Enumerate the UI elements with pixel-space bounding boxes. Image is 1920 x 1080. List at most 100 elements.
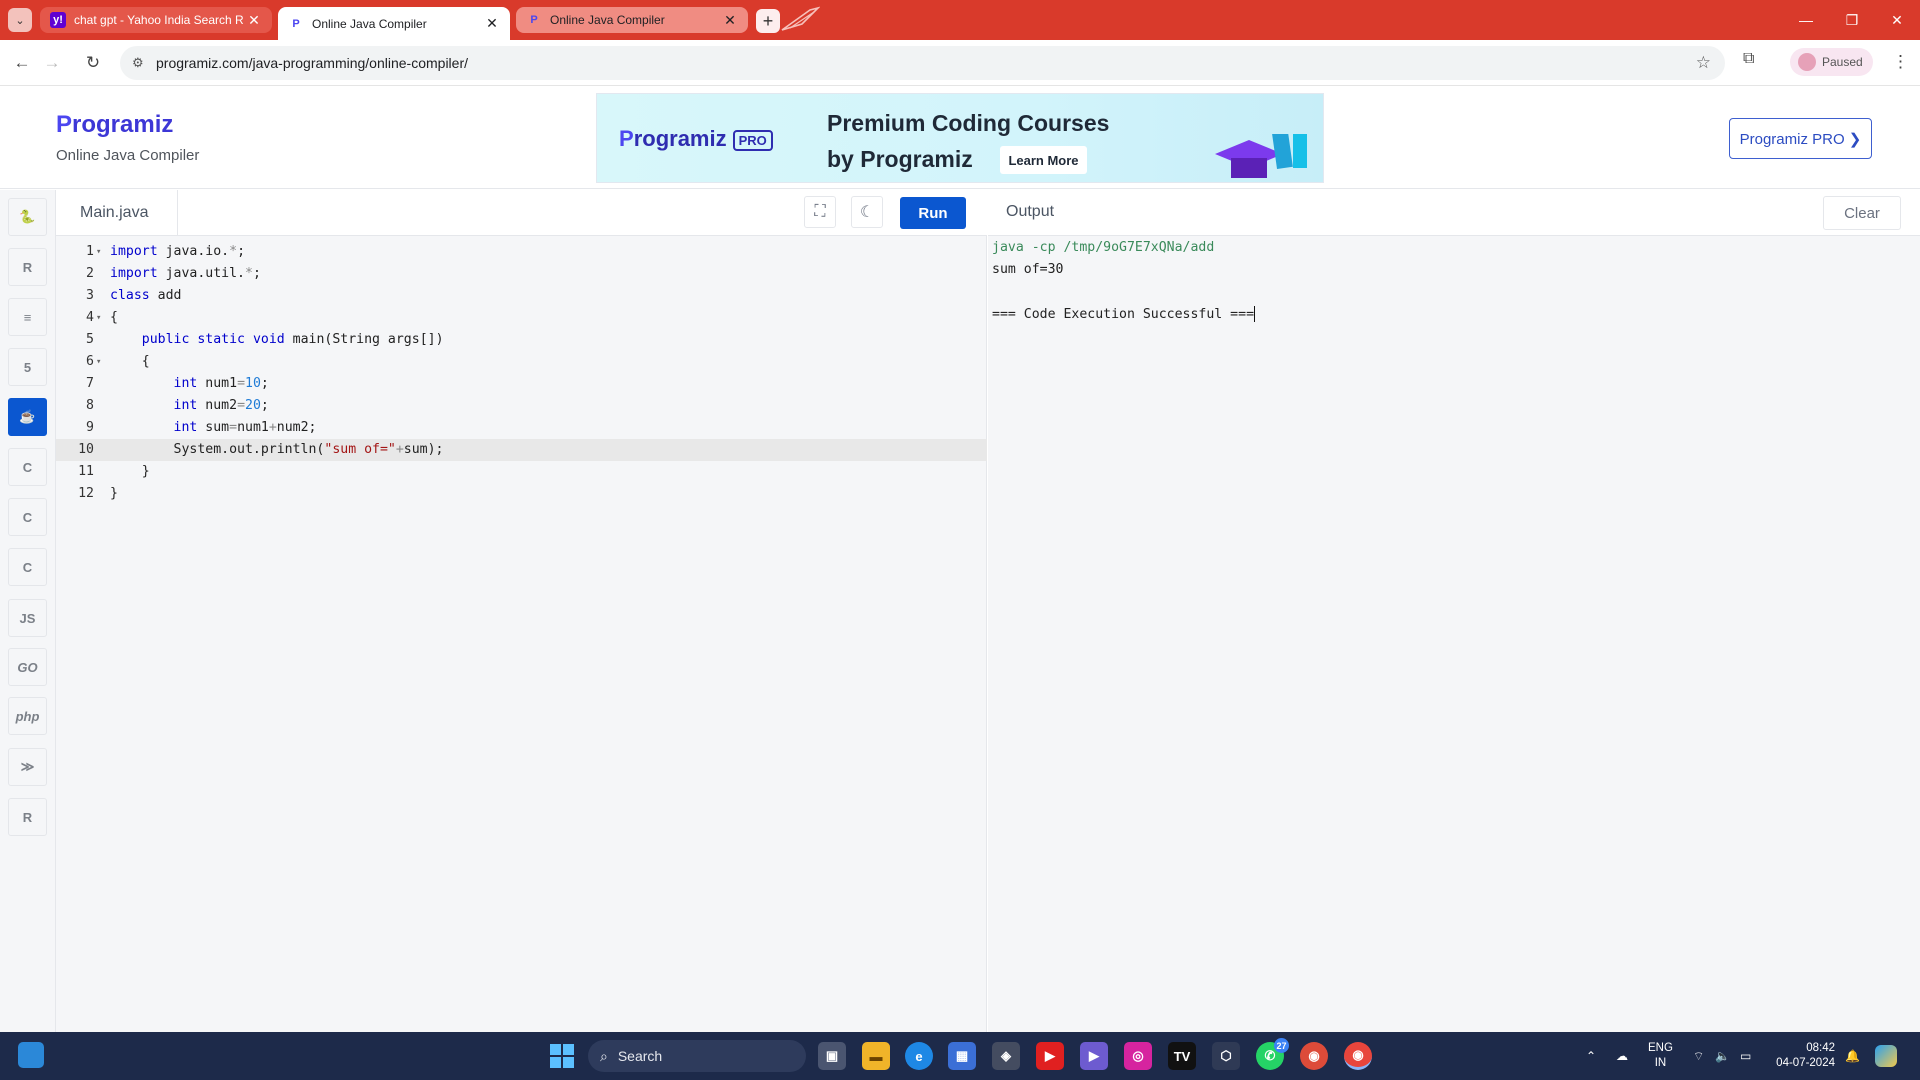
instagram-icon[interactable]: ◎ bbox=[1124, 1042, 1152, 1070]
tray-app-icon[interactable]: ☁ bbox=[1616, 1032, 1628, 1080]
code-text[interactable]: class add bbox=[110, 285, 181, 307]
wifi-icon[interactable]: ⌔ bbox=[1693, 1032, 1704, 1080]
sidebar-item-java[interactable]: ☕ bbox=[8, 398, 47, 436]
code-line[interactable]: 10 System.out.println("sum of="+sum); bbox=[56, 439, 987, 461]
restore-button[interactable]: ❐ bbox=[1829, 0, 1875, 40]
copilot-icon[interactable] bbox=[1875, 1032, 1897, 1080]
code-line[interactable]: 4 ▾ { bbox=[56, 307, 987, 329]
task-view-icon[interactable]: ▣ bbox=[818, 1042, 846, 1070]
sidebar-item-html[interactable]: 5 bbox=[8, 348, 47, 386]
file-tab-main-java[interactable]: Main.java bbox=[56, 190, 178, 236]
code-text[interactable]: public static void main(String args[]) bbox=[110, 329, 444, 351]
more-menu-icon[interactable]: ⋮ bbox=[1892, 52, 1909, 72]
programiz-pro-button[interactable]: Programiz PRO ❯ bbox=[1729, 118, 1872, 159]
fold-arrow-icon[interactable]: ▾ bbox=[96, 351, 101, 373]
code-line[interactable]: 6 ▾ { bbox=[56, 351, 987, 373]
close-icon[interactable]: ✕ bbox=[484, 15, 500, 32]
extensions-icon[interactable]: ⧉ bbox=[1743, 50, 1754, 68]
edge-icon[interactable]: e bbox=[905, 1042, 933, 1070]
chrome-icon[interactable]: ◉ bbox=[1300, 1042, 1328, 1070]
code-line[interactable]: 9 int sum=num1+num2; bbox=[56, 417, 987, 439]
battery-icon[interactable]: ▭ bbox=[1740, 1032, 1751, 1080]
close-window-button[interactable]: ✕ bbox=[1874, 0, 1920, 40]
code-line[interactable]: 1 ▾ import java.io.*; bbox=[56, 241, 987, 263]
code-text[interactable]: } bbox=[110, 483, 118, 505]
code-text[interactable]: import java.io.*; bbox=[110, 241, 245, 263]
tab-search-button[interactable]: ⌄ bbox=[8, 8, 32, 32]
pro-ad-banner[interactable]: Programiz PRO Premium Coding Courses by P… bbox=[596, 93, 1324, 183]
close-icon[interactable]: ✕ bbox=[722, 12, 738, 29]
code-editor[interactable]: 1 ▾ import java.io.*; 2 import java.util.*; 3… bbox=[56, 236, 987, 1032]
code-text[interactable]: } bbox=[110, 461, 150, 483]
sidebar-item-c[interactable]: C bbox=[8, 448, 47, 486]
microsoft-store-icon[interactable]: ▦ bbox=[948, 1042, 976, 1070]
virtualbox-icon[interactable]: ⬡ bbox=[1212, 1042, 1240, 1070]
code-text[interactable]: int sum=num1+num2; bbox=[110, 417, 317, 439]
run-button[interactable]: Run bbox=[900, 197, 966, 229]
show-hidden-icons[interactable]: ⌃ bbox=[1586, 1032, 1596, 1080]
address-bar[interactable]: ⚙ programiz.com/java-programming/online-… bbox=[120, 46, 1725, 80]
youtube-icon[interactable]: ▶ bbox=[1036, 1042, 1064, 1070]
code-line[interactable]: 8 int num2=20; bbox=[56, 395, 987, 417]
sidebar-item-sql[interactable]: ≡ bbox=[8, 298, 47, 336]
url-text[interactable]: programiz.com/java-programming/online-co… bbox=[156, 55, 468, 71]
restore-icon: ❐ bbox=[1845, 11, 1859, 28]
code-text[interactable]: int num1=10; bbox=[110, 373, 269, 395]
windows-start-icon[interactable] bbox=[548, 1042, 576, 1070]
code-line[interactable]: 3 class add bbox=[56, 285, 987, 307]
code-line[interactable]: 5 public static void main(String args[]) bbox=[56, 329, 987, 351]
dark-mode-button[interactable]: ☾ bbox=[851, 196, 883, 228]
back-button[interactable]: ← bbox=[9, 50, 35, 76]
sidebar-item-php[interactable]: php bbox=[8, 697, 47, 735]
language-indicator[interactable]: ENG IN bbox=[1648, 1041, 1673, 1071]
browser-tab-active[interactable]: P Online Java Compiler ✕ bbox=[278, 7, 510, 40]
code-line[interactable]: 2 import java.util.*; bbox=[56, 263, 987, 285]
file-explorer-icon[interactable]: ▬ bbox=[862, 1042, 890, 1070]
reload-button[interactable]: ↻ bbox=[80, 50, 106, 76]
profile-button[interactable]: Paused bbox=[1790, 48, 1873, 76]
sidebar-item-javascript[interactable]: JS bbox=[8, 599, 47, 637]
sidebar-item-csharp[interactable]: C bbox=[8, 548, 47, 586]
unity-icon[interactable]: ◈ bbox=[992, 1042, 1020, 1070]
site-info-icon[interactable]: ⚙ bbox=[132, 55, 144, 71]
fold-arrow-icon[interactable]: ▾ bbox=[96, 241, 101, 263]
programiz-logo[interactable]: Programiz bbox=[56, 111, 173, 139]
sidebar-item-go[interactable]: GO bbox=[8, 648, 47, 686]
taskbar-search[interactable]: ⌕ Search bbox=[588, 1040, 806, 1072]
code-line[interactable]: 7 int num1=10; bbox=[56, 373, 987, 395]
forward-button[interactable]: → bbox=[39, 50, 65, 76]
tradingview-icon[interactable]: TV bbox=[1168, 1042, 1196, 1070]
code-line[interactable]: 11 } bbox=[56, 461, 987, 483]
code-text[interactable]: int num2=20; bbox=[110, 395, 269, 417]
output-console[interactable]: java -cp /tmp/9oG7E7xQNa/add sum of=30 =… bbox=[988, 236, 1920, 1032]
code-text[interactable]: System.out.println("sum of="+sum); bbox=[110, 439, 444, 461]
sidebar-item-python[interactable]: 🐍 bbox=[8, 198, 47, 236]
whatsapp-icon[interactable]: ✆ 27 bbox=[1256, 1038, 1289, 1070]
widgets-icon[interactable] bbox=[18, 1042, 44, 1068]
clear-button[interactable]: Clear bbox=[1823, 196, 1901, 230]
sidebar-item-swift[interactable]: ≫ bbox=[8, 748, 47, 786]
new-tab-button[interactable]: + bbox=[756, 9, 780, 33]
browser-tab-compiler-2[interactable]: P Online Java Compiler ✕ bbox=[516, 7, 748, 33]
code-text[interactable]: { bbox=[110, 307, 118, 329]
media-player-icon[interactable]: ▶ bbox=[1080, 1042, 1108, 1070]
code-text[interactable]: { bbox=[110, 351, 150, 373]
browser-tab-yahoo[interactable]: y! chat gpt - Yahoo India Search R ✕ bbox=[40, 7, 272, 33]
minimize-button[interactable]: — bbox=[1783, 0, 1829, 40]
code-text[interactable]: import java.util.*; bbox=[110, 263, 261, 285]
fullscreen-button[interactable]: ⛶ bbox=[804, 196, 836, 228]
close-icon[interactable]: ✕ bbox=[246, 12, 262, 29]
sidebar-item-cpp[interactable]: C bbox=[8, 498, 47, 536]
system-clock[interactable]: 08:42 04-07-2024 bbox=[1775, 1041, 1835, 1071]
code-line[interactable]: 12} bbox=[56, 483, 987, 505]
fold-arrow-icon[interactable]: ▾ bbox=[96, 307, 101, 329]
output-status-line: === Code Execution Successful === bbox=[992, 306, 1256, 322]
volume-icon[interactable]: 🔈 bbox=[1715, 1032, 1730, 1080]
sidebar-item-r[interactable]: R bbox=[8, 248, 47, 286]
learn-more-button[interactable]: Learn More bbox=[1000, 146, 1087, 174]
output-title: Output bbox=[1006, 203, 1055, 220]
sidebar-item-rust[interactable]: R bbox=[8, 798, 47, 836]
chrome-active-icon[interactable]: ◉ bbox=[1344, 1042, 1372, 1070]
notification-bell-icon[interactable]: 🔔 bbox=[1845, 1032, 1860, 1080]
bookmark-star-icon[interactable]: ☆ bbox=[1696, 53, 1711, 73]
